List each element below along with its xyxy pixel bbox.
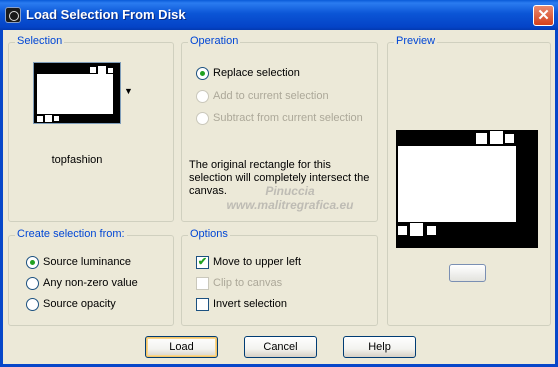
preview-options-button[interactable] [449,264,486,282]
radio-label: Any non-zero value [43,277,138,289]
checkbox-box[interactable] [196,298,209,311]
cancel-button[interactable]: Cancel [244,336,317,358]
help-button[interactable]: Help [343,336,416,358]
radio-button[interactable] [26,277,39,290]
radio-button[interactable] [196,112,209,125]
options-group-label: Options [188,228,230,240]
thumbnail-dropdown-button[interactable]: ▼ [121,62,135,122]
app-icon [5,7,21,23]
radio-label: Replace selection [213,67,300,79]
watermark-line-1: Pinuccia [265,184,315,198]
create-from-group: Create selection from: Source luminance … [8,228,174,326]
checkbox-box[interactable] [196,277,209,290]
close-button[interactable]: ✕ [533,5,554,26]
options-group: Options ✔ Move to upper left Clip to can… [181,228,378,326]
window-title: Load Selection From Disk [26,7,186,22]
selection-group-label: Selection [15,35,65,47]
watermark-text: Pinuccia www.malitregrafica.eu [190,184,390,212]
radio-label: Add to current selection [213,90,329,102]
thumbnail-name: topfashion [51,154,103,166]
checkbox-label: Clip to canvas [213,277,283,289]
watermark-line-2: www.malitregrafica.eu [226,198,354,212]
checkbox-label: Move to upper left [213,256,302,268]
radio-button[interactable] [26,298,39,311]
load-button[interactable]: Load [145,336,218,358]
radio-label: Source opacity [43,298,116,310]
dropdown-arrow-icon: ▼ [124,86,133,96]
preview-group-label: Preview [394,35,438,47]
radio-button[interactable] [196,90,209,103]
checkbox-label: Invert selection [213,298,287,310]
radio-label: Subtract from current selection [213,112,363,124]
radio-label: Source luminance [43,256,132,268]
selection-group: Selection ▼ topfashion [8,35,174,222]
title-bar[interactable]: Load Selection From Disk ✕ [0,0,558,30]
selection-thumbnail-image [34,63,120,123]
check-icon[interactable]: ✔ [196,256,209,269]
radio-button[interactable] [196,67,209,80]
operation-group-label: Operation [188,35,241,47]
create-from-group-label: Create selection from: [15,228,127,240]
preview-image [396,130,538,248]
radio-button[interactable] [26,256,39,269]
selection-thumbnail[interactable] [33,62,121,124]
